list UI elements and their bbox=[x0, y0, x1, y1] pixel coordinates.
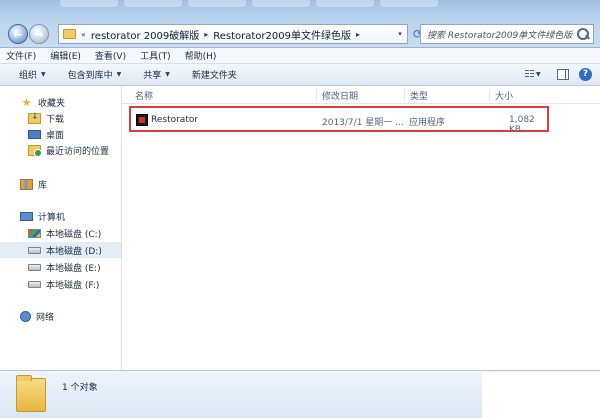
sidebar-item-label: 最近访问的位置 bbox=[46, 146, 110, 157]
menu-edit[interactable]: 编辑(E) bbox=[50, 49, 81, 62]
sidebar-item-drive-c[interactable]: 本地磁盘 (C:) bbox=[0, 225, 121, 241]
include-in-library-button[interactable]: 包含到库中 ▼ bbox=[59, 66, 131, 84]
folder-icon bbox=[63, 29, 76, 39]
dropdown-arrow-icon: ▼ bbox=[41, 71, 46, 78]
sidebar-item-label: 本地磁盘 (E:) bbox=[46, 263, 101, 274]
sidebar-item-drive-f[interactable]: 本地磁盘 (F:) bbox=[0, 276, 121, 292]
background-tab bbox=[188, 0, 246, 7]
application-icon bbox=[136, 114, 148, 126]
share-button[interactable]: 共享 ▼ bbox=[134, 66, 179, 84]
dropdown-arrow-icon: ▼ bbox=[536, 70, 541, 78]
forward-button[interactable]: → bbox=[29, 24, 49, 44]
sidebar-item-library[interactable]: 库 bbox=[0, 176, 121, 192]
sidebar-item-drive-e[interactable]: 本地磁盘 (E:) bbox=[0, 259, 121, 275]
computer-icon bbox=[20, 211, 33, 221]
organize-label: 组织 bbox=[19, 71, 38, 81]
sidebar-item-label: 桌面 bbox=[46, 130, 65, 141]
view-options-icon bbox=[525, 69, 534, 79]
column-header-name[interactable]: 名称 bbox=[130, 89, 153, 102]
background-taskbar-tabs bbox=[60, 0, 600, 8]
system-drive-icon bbox=[28, 228, 41, 238]
sidebar-item-network[interactable]: 网络 bbox=[0, 308, 121, 324]
menu-help[interactable]: 帮助(H) bbox=[185, 49, 217, 62]
sidebar-item-drive-d[interactable]: 本地磁盘 (D:) bbox=[0, 242, 121, 258]
include-in-library-label: 包含到库中 bbox=[67, 71, 113, 81]
search-icon[interactable] bbox=[576, 27, 590, 41]
search-input[interactable]: 搜索 Restorator2009单文件绿色版 bbox=[420, 24, 594, 44]
menu-file[interactable]: 文件(F) bbox=[6, 49, 36, 62]
address-dropdown-icon[interactable]: ▾ bbox=[393, 25, 407, 43]
column-header-date[interactable]: 修改日期 bbox=[316, 89, 358, 102]
network-icon bbox=[20, 310, 31, 322]
sidebar-item-label: 本地磁盘 (D:) bbox=[46, 246, 102, 257]
drive-icon bbox=[28, 246, 41, 254]
menu-bar: 文件(F) 编辑(E) 查看(V) 工具(T) 帮助(H) bbox=[0, 48, 600, 64]
file-name: Restorator bbox=[151, 115, 199, 125]
recent-places-icon bbox=[28, 144, 42, 157]
new-folder-button[interactable]: 新建文件夹 bbox=[183, 66, 246, 84]
sidebar-item-recent-places[interactable]: 最近访问的位置 bbox=[0, 142, 121, 158]
sidebar-item-label: 本地磁盘 (F:) bbox=[46, 280, 100, 291]
sidebar-item-label: 计算机 bbox=[38, 212, 66, 223]
file-row[interactable]: Restorator 2013/7/1 星期一 ... 应用程序 1,082 K… bbox=[129, 106, 549, 135]
background-tab bbox=[316, 0, 374, 7]
breadcrumb-parent[interactable]: restorator 2009破解版 bbox=[91, 27, 199, 42]
sidebar-item-desktop[interactable]: 桌面 bbox=[0, 126, 121, 142]
download-folder-icon bbox=[28, 112, 41, 124]
preview-pane-icon[interactable] bbox=[557, 68, 569, 80]
menu-view[interactable]: 查看(V) bbox=[95, 49, 126, 62]
column-header-size[interactable]: 大小 bbox=[489, 89, 513, 102]
command-bar-right: ▼ ? bbox=[525, 67, 592, 81]
sidebar-item-downloads[interactable]: 下载 bbox=[0, 110, 121, 126]
new-folder-label: 新建文件夹 bbox=[191, 71, 237, 81]
title-bar: ← → « restorator 2009破解版 ▸ Restorator200… bbox=[0, 0, 600, 48]
breadcrumb-separator-icon[interactable]: ▸ bbox=[356, 30, 360, 39]
change-view-button[interactable]: ▼ bbox=[525, 67, 547, 81]
star-icon: ★ bbox=[21, 95, 32, 109]
forward-arrow-icon: → bbox=[34, 27, 44, 41]
breadcrumb-current[interactable]: Restorator2009单文件绿色版 bbox=[213, 27, 351, 42]
breadcrumb-separator-icon[interactable]: ▸ bbox=[204, 30, 208, 39]
background-tab bbox=[380, 0, 438, 7]
address-bar[interactable]: « restorator 2009破解版 ▸ Restorator2009单文件… bbox=[58, 24, 408, 44]
sidebar-item-label: 下载 bbox=[46, 114, 65, 125]
menu-tools[interactable]: 工具(T) bbox=[140, 49, 171, 62]
drive-icon bbox=[28, 280, 41, 288]
drive-icon bbox=[28, 263, 41, 271]
back-button[interactable]: ← bbox=[8, 24, 28, 44]
sidebar-item-label: 网络 bbox=[36, 312, 55, 323]
sidebar-item-favorites[interactable]: ★ 收藏夹 bbox=[0, 94, 121, 110]
help-icon[interactable]: ? bbox=[579, 67, 592, 81]
navigation-pane: ★ 收藏夹 下载 桌面 最近访问的位置 库 计算机 本地磁盘 (C:) bbox=[0, 86, 122, 370]
folder-icon bbox=[16, 375, 46, 412]
sidebar-item-computer[interactable]: 计算机 bbox=[0, 208, 121, 224]
dropdown-arrow-icon: ▼ bbox=[116, 71, 122, 78]
back-arrow-icon: ← bbox=[13, 27, 23, 41]
search-placeholder: 搜索 Restorator2009单文件绿色版 bbox=[427, 30, 573, 41]
background-tab bbox=[252, 0, 310, 7]
command-bar: 组织 ▼ 包含到库中 ▼ 共享 ▼ 新建文件夹 ▼ ? bbox=[0, 64, 600, 86]
item-count: 1 个对象 bbox=[62, 383, 98, 393]
library-icon bbox=[20, 178, 33, 190]
file-type: 应用程序 bbox=[409, 118, 446, 128]
image-corner-fill bbox=[482, 372, 600, 418]
sidebar-item-label: 收藏夹 bbox=[38, 98, 66, 109]
file-date: 2013/7/1 星期一 ... bbox=[322, 118, 404, 128]
breadcrumb-overflow[interactable]: « bbox=[81, 30, 86, 39]
file-list: 名称 修改日期 类型 大小 Restorator 2013/7/1 星期一 ..… bbox=[122, 86, 600, 370]
explorer-window: ← → « restorator 2009破解版 ▸ Restorator200… bbox=[0, 0, 600, 418]
share-label: 共享 bbox=[143, 71, 162, 81]
background-tab bbox=[60, 0, 118, 7]
background-tab bbox=[124, 0, 182, 7]
column-headers: 名称 修改日期 类型 大小 bbox=[122, 86, 600, 104]
organize-button[interactable]: 组织 ▼ bbox=[10, 66, 55, 84]
sidebar-item-label: 库 bbox=[38, 180, 48, 191]
sidebar-item-label: 本地磁盘 (C:) bbox=[46, 229, 102, 240]
column-header-type[interactable]: 类型 bbox=[404, 89, 428, 102]
desktop-icon bbox=[28, 129, 41, 139]
dropdown-arrow-icon: ▼ bbox=[165, 71, 170, 78]
file-size: 1,082 KB bbox=[509, 115, 535, 135]
